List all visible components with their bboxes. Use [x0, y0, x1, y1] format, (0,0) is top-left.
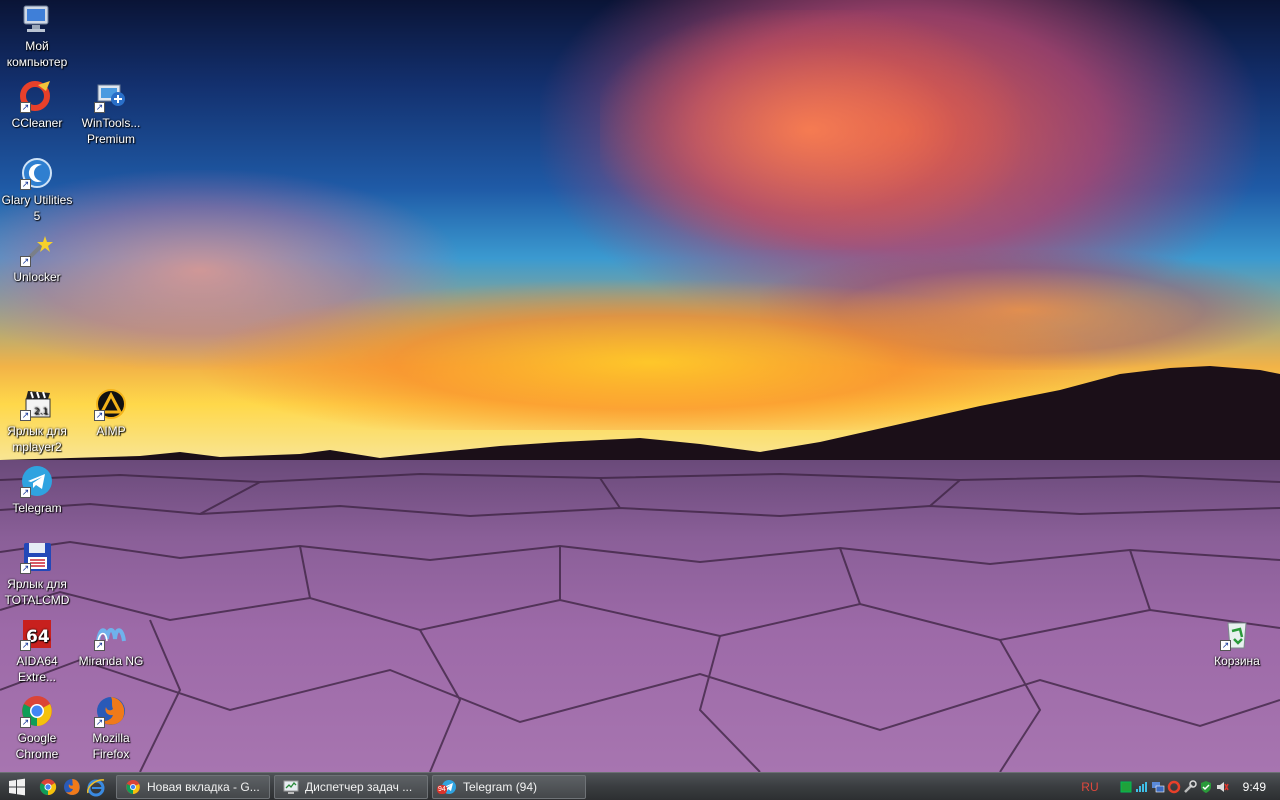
- firefox-icon[interactable]: [62, 777, 82, 797]
- glary-utilities-icon: ↗: [20, 156, 54, 190]
- miranda-icon: ↗: [94, 617, 128, 651]
- shortcut-arrow-icon: ↗: [94, 717, 105, 728]
- desktop-icon-wintools[interactable]: ↗ WinTools... Premium: [74, 79, 148, 147]
- shortcut-arrow-icon: ↗: [20, 640, 31, 651]
- desktop-icon-my-computer[interactable]: Мой компьютер: [0, 2, 74, 70]
- task-manager-icon: [283, 779, 299, 795]
- desktop-wallpaper: [0, 0, 1280, 772]
- desktop-icon-ccleaner[interactable]: ↗ CCleaner: [0, 79, 74, 131]
- telegram-icon: 94: [437, 779, 457, 795]
- shortcut-arrow-icon: ↗: [20, 102, 31, 113]
- security-icon[interactable]: [1199, 780, 1213, 794]
- system-tray: RU 9:49: [1081, 773, 1280, 800]
- desktop-icon-label: Telegram: [12, 501, 62, 515]
- desktop-icon-label: WinTools... Premium: [81, 116, 141, 146]
- desktop-icon-label: CCleaner: [11, 116, 63, 130]
- chrome-icon[interactable]: [38, 777, 58, 797]
- desktop-icon-label: Glary Utilities 5: [1, 193, 73, 223]
- taskbar-button-label: Новая вкладка - G...: [147, 779, 260, 794]
- ccleaner-icon: ↗: [20, 79, 54, 113]
- shortcut-arrow-icon: ↗: [94, 640, 105, 651]
- shortcut-arrow-icon: ↗: [20, 563, 31, 574]
- taskbar-button-chrome[interactable]: Новая вкладка - G...: [116, 774, 270, 799]
- desktop-icon-aida64[interactable]: 64 ↗ AIDA64 Extre...: [0, 617, 74, 685]
- desktop-icon-aimp[interactable]: ↗ AIMP: [74, 387, 148, 439]
- svg-text:2.1: 2.1: [34, 407, 48, 417]
- network-icon[interactable]: [1135, 780, 1149, 794]
- volume-muted-icon[interactable]: [1215, 780, 1229, 794]
- wintools-icon: ↗: [94, 79, 128, 113]
- shortcut-arrow-icon: ↗: [20, 256, 31, 267]
- aimp-icon: ↗: [94, 387, 128, 421]
- shortcut-arrow-icon: ↗: [20, 410, 31, 421]
- telegram-icon: ↗: [20, 464, 54, 498]
- desktop-icon-totalcmd[interactable]: ↗ Ярлык для TOTALCMD: [0, 540, 74, 608]
- internet-explorer-icon[interactable]: [86, 777, 106, 797]
- tool-icon[interactable]: [1183, 779, 1197, 794]
- quick-launch-bar: [34, 777, 112, 797]
- tray-icons: [1119, 779, 1229, 794]
- display-icon[interactable]: [1151, 780, 1165, 794]
- desktop-icon-glary[interactable]: ↗ Glary Utilities 5: [0, 156, 74, 224]
- desktop-icon-label: AIDA64 Extre...: [16, 654, 58, 684]
- desktop-icon-recycle-bin[interactable]: ↗ Корзина: [1200, 617, 1274, 669]
- desktop-icon-label: Google Chrome: [15, 731, 59, 761]
- desktop-icon-miranda[interactable]: ↗ Miranda NG: [74, 617, 148, 669]
- computer-icon: [20, 2, 54, 36]
- language-indicator[interactable]: RU: [1081, 780, 1098, 794]
- aida64-icon: 64 ↗: [20, 617, 54, 651]
- firefox-icon: ↗: [94, 694, 128, 728]
- taskbar-button-task-manager[interactable]: Диспетчер задач ...: [274, 774, 428, 799]
- desktop-icon-label: Miranda NG: [78, 654, 144, 668]
- desktop-icon-chrome[interactable]: ↗ Google Chrome: [0, 694, 74, 762]
- shortcut-arrow-icon: ↗: [94, 410, 105, 421]
- recycle-bin-icon: ↗: [1220, 617, 1254, 651]
- taskbar-button-label: Диспетчер задач ...: [305, 779, 413, 794]
- clock[interactable]: 9:49: [1243, 780, 1266, 794]
- desktop-icon-firefox[interactable]: ↗ Mozilla Firefox: [74, 694, 148, 762]
- chrome-icon: [125, 779, 141, 795]
- shortcut-arrow-icon: ↗: [94, 102, 105, 113]
- taskbar: Новая вкладка - G... Диспетчер задач ...…: [0, 772, 1280, 800]
- desktop-icon-label: Ярлык для TOTALCMD: [4, 577, 70, 607]
- shortcut-arrow-icon: ↗: [20, 487, 31, 498]
- unlocker-wand-icon: ↗: [20, 233, 54, 267]
- unread-count-badge: 94: [437, 784, 447, 794]
- desktop-icon-label: Unlocker: [13, 270, 61, 284]
- chrome-icon: ↗: [20, 694, 54, 728]
- taskbar-button-label: Telegram (94): [463, 779, 538, 794]
- desktop-icon-label: Mozilla Firefox: [92, 731, 130, 761]
- shortcut-arrow-icon: ↗: [1220, 640, 1231, 651]
- desktop-icon-telegram[interactable]: ↗ Telegram: [0, 464, 74, 516]
- ccleaner-tray-icon[interactable]: [1167, 780, 1181, 794]
- desktop-icon-label: AIMP: [96, 424, 126, 438]
- desktop-icon-label: Мой компьютер: [6, 39, 68, 69]
- shortcut-arrow-icon: ↗: [20, 179, 31, 190]
- shortcut-arrow-icon: ↗: [20, 717, 31, 728]
- green-status-icon[interactable]: [1119, 780, 1133, 794]
- desktop-icon-mplayer[interactable]: 2.1 ↗ Ярлык для mplayer2: [0, 387, 74, 455]
- desktop-icon-label: Корзина: [1214, 654, 1260, 668]
- desktop-icon-label: Ярлык для mplayer2: [7, 424, 67, 454]
- floppy-disk-icon: ↗: [20, 540, 54, 574]
- start-button[interactable]: [0, 773, 34, 800]
- clapperboard-icon: 2.1 ↗: [20, 387, 54, 421]
- desktop-icon-unlocker[interactable]: ↗ Unlocker: [0, 233, 74, 285]
- taskbar-button-telegram[interactable]: 94 Telegram (94): [432, 774, 586, 799]
- windows-logo-icon: [9, 778, 25, 795]
